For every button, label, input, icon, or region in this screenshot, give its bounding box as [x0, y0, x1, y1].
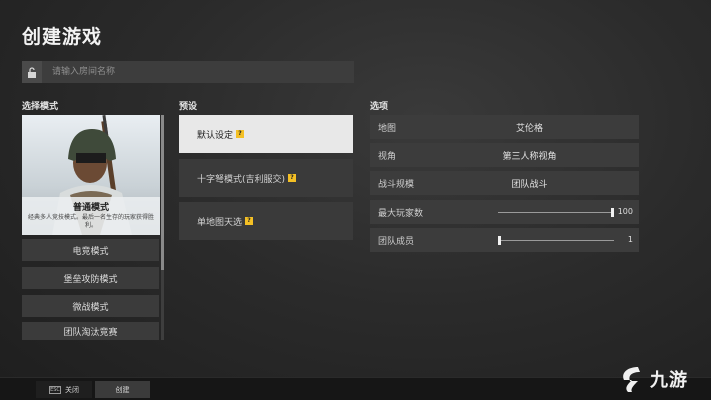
option-row-battle-scale[interactable]: 战斗规模 团队战斗 — [370, 171, 639, 195]
mode-item-micro[interactable]: 微战模式 — [22, 295, 159, 317]
mode-item-label: 堡垒攻防模式 — [63, 274, 118, 285]
preset-section-label: 预设 — [179, 102, 198, 112]
watermark: 九游 — [618, 362, 708, 396]
mode-card-name: 普通模式 — [72, 203, 109, 213]
option-row-map[interactable]: 地图 艾伦格 — [370, 115, 639, 139]
mode-item-label: 团队淘汰竞赛 — [63, 327, 118, 338]
help-icon[interactable]: ? — [236, 130, 245, 138]
options-section-label: 选项 — [370, 102, 389, 112]
preset-item-label: 单地图天选 — [197, 217, 243, 228]
slider-value: 1 — [627, 235, 633, 244]
option-label: 战斗规模 — [378, 179, 415, 190]
lock-icon[interactable] — [22, 61, 42, 83]
create-button[interactable]: 创建 — [95, 381, 150, 398]
preset-item-default[interactable]: 默认设定 ? — [179, 115, 353, 153]
room-name-field[interactable] — [22, 61, 354, 83]
create-label: 创建 — [115, 385, 130, 394]
option-label: 视角 — [378, 151, 397, 162]
mode-card-normal[interactable]: 普通模式 经典多人竞技模式。最后一名生存的玩家获得胜利。 — [22, 115, 160, 235]
mode-card-description: 经典多人竞技模式。最后一名生存的玩家获得胜利。 — [28, 214, 155, 229]
option-label: 最大玩家数 — [378, 208, 424, 219]
mode-scrollbar-thumb[interactable] — [161, 115, 164, 270]
close-button[interactable]: ESC 关闭 — [36, 381, 92, 398]
keyboard-key-icon: ESC — [49, 385, 61, 394]
option-row-max-players[interactable]: 最大玩家数 100 — [370, 200, 639, 224]
close-label: 关闭 — [65, 385, 79, 394]
page-title: 创建游戏 — [22, 26, 103, 48]
slider-track[interactable] — [498, 240, 614, 241]
preset-item-label: 十字弩模式(吉利服交) — [197, 174, 286, 185]
option-value: 团队战斗 — [511, 179, 548, 190]
watermark-logo-icon — [623, 367, 640, 392]
option-value: 第三人称视角 — [502, 151, 557, 162]
option-value: 艾伦格 — [515, 123, 543, 134]
slider-thumb[interactable] — [611, 208, 614, 217]
mode-section-label: 选择模式 — [22, 102, 59, 112]
option-row-perspective[interactable]: 视角 第三人称视角 — [370, 143, 639, 167]
mode-item-esports[interactable]: 电竞模式 — [22, 239, 159, 261]
slider-track[interactable] — [498, 212, 614, 213]
option-label: 团队成员 — [378, 236, 415, 247]
mode-card-caption: 普通模式 经典多人竞技模式。最后一名生存的玩家获得胜利。 — [22, 197, 160, 235]
watermark-text: 九游 — [650, 370, 688, 391]
help-icon[interactable]: ? — [288, 174, 297, 182]
mode-item-team-elimination[interactable]: 团队淘汰竞赛 — [22, 322, 159, 340]
room-name-input[interactable] — [42, 61, 354, 83]
preset-item-crossbow[interactable]: 十字弩模式(吉利服交) ? — [179, 159, 353, 197]
option-label: 地图 — [378, 123, 397, 134]
mode-item-label: 电竞模式 — [72, 246, 109, 257]
mode-item-label: 微战模式 — [72, 302, 109, 313]
help-icon[interactable]: ? — [245, 217, 254, 225]
option-row-team-size[interactable]: 团队成员 1 — [370, 228, 639, 252]
slider-thumb[interactable] — [498, 236, 501, 245]
preset-item-single-map[interactable]: 单地图天选 ? — [179, 202, 353, 240]
mode-item-fortress[interactable]: 堡垒攻防模式 — [22, 267, 159, 289]
slider-value: 100 — [617, 207, 633, 216]
preset-item-label: 默认设定 — [197, 130, 234, 141]
